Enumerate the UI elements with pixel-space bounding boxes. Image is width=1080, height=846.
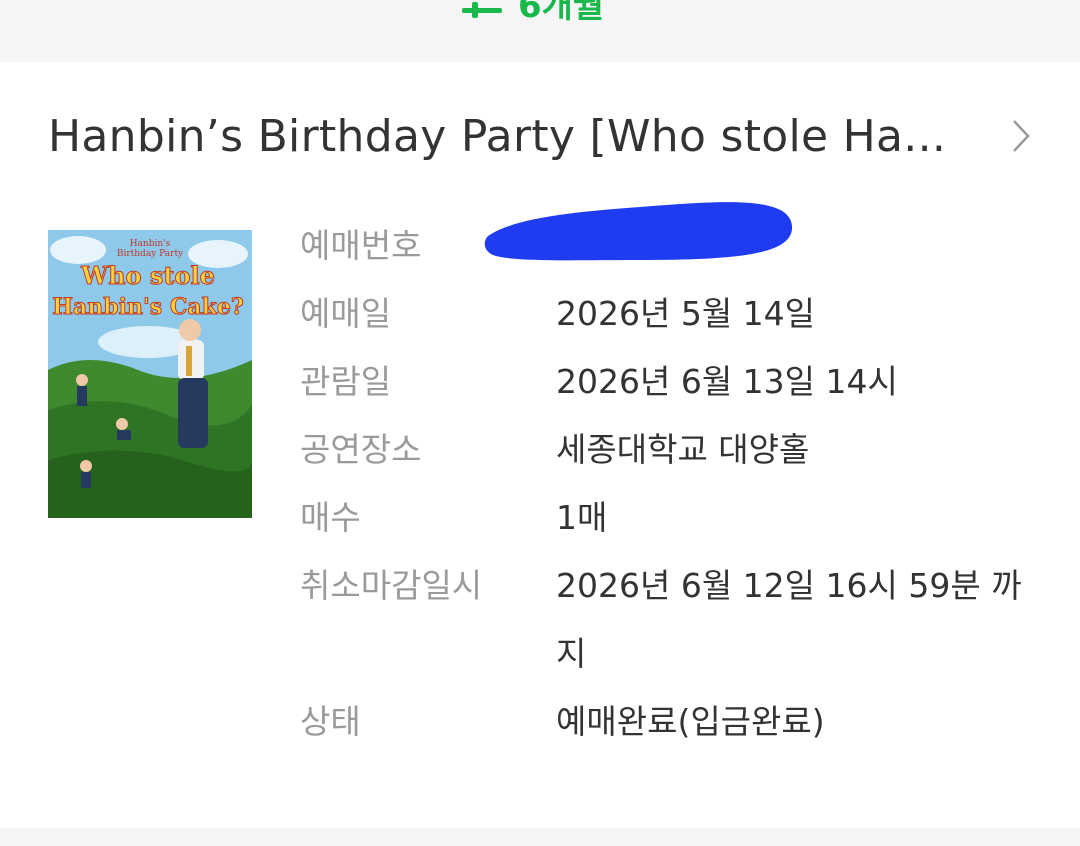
sliders-icon	[460, 0, 504, 22]
top-filter-bar: 6개월	[0, 0, 1080, 62]
booking-card: Hanbin’s Birthday Party [Who stole Ha...	[0, 62, 1080, 828]
event-poster[interactable]: Hanbin's Birthday Party Who stole Hanbin…	[48, 230, 252, 518]
detail-value: 예매완료(입금완료)	[556, 702, 825, 741]
detail-value: 2026년 6월 13일 14시	[556, 362, 898, 401]
poster-small-title-2: Birthday Party	[117, 249, 184, 259]
detail-value: 2026년 5월 14일	[556, 294, 816, 333]
detail-row-venue: 공연장소 세종대학교 대양홀	[300, 416, 1060, 484]
detail-row-booking-date: 예매일 2026년 5월 14일	[300, 280, 1060, 348]
detail-label: 공연장소	[300, 430, 422, 469]
detail-value: 1매	[556, 498, 608, 537]
period-filter-button[interactable]: 6개월	[460, 0, 604, 26]
redaction-scribble	[480, 196, 800, 280]
booking-details: 예매번호 예매일 2026년 5월 14일 관람일 2026년 6월 13일 1…	[300, 212, 1060, 756]
detail-label: 매수	[300, 498, 361, 537]
detail-label: 상태	[300, 702, 361, 741]
booking-title-row[interactable]: Hanbin’s Birthday Party [Who stole Ha...	[48, 106, 1038, 166]
detail-row-status: 상태 예매완료(입금완료)	[300, 688, 1060, 756]
detail-value: 2026년 6월 12일 16시 59분 까지	[556, 566, 1022, 673]
chevron-right-icon	[1010, 118, 1032, 158]
booking-title: Hanbin’s Birthday Party [Who stole Ha...	[48, 110, 947, 162]
detail-label: 관람일	[300, 362, 392, 401]
poster-small-title-1: Hanbin's	[130, 239, 171, 249]
detail-label: 예매일	[300, 294, 392, 333]
detail-row-cancel-deadline: 취소마감일시 2026년 6월 12일 16시 59분 까지	[300, 552, 1060, 688]
poster-headline-1: Who stole	[80, 261, 215, 290]
bottom-divider	[0, 828, 1080, 846]
detail-row-viewing-date: 관람일 2026년 6월 13일 14시	[300, 348, 1060, 416]
period-filter-label: 6개월	[518, 0, 605, 26]
detail-value: 세종대학교 대양홀	[556, 430, 810, 469]
detail-label: 취소마감일시	[300, 566, 483, 605]
poster-headline-2: Hanbin's Cake?	[52, 294, 243, 320]
detail-row-quantity: 매수 1매	[300, 484, 1060, 552]
